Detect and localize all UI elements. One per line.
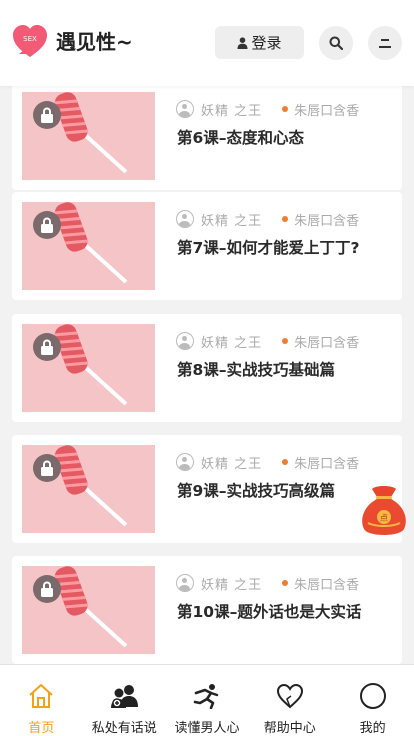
search-button[interactable] [319, 26, 353, 60]
lock-icon [33, 575, 61, 603]
lesson-tag: 朱唇口含香 [294, 335, 360, 351]
lesson-thumbnail [22, 445, 155, 533]
tag-dot [282, 459, 289, 465]
lock-icon [33, 211, 61, 239]
lesson-meta: 妖精 之王 朱唇口含香 [176, 332, 360, 351]
author-avatar-icon [176, 574, 194, 592]
svg-text:SEX: SEX [23, 35, 37, 43]
lesson-thumbnail [22, 202, 155, 290]
lock-icon [33, 101, 61, 129]
login-button[interactable]: 登录 [215, 26, 304, 59]
lesson-card[interactable]: 妖精 之王 朱唇口含香 第6课–态度和心态 [12, 82, 402, 190]
nav-home[interactable]: 首页 [0, 665, 83, 736]
lesson-card[interactable]: 妖精 之王 朱唇口含香 第7课–如何才能爱上丁丁? [12, 192, 402, 300]
lesson-meta: 妖精 之王 朱唇口含香 [176, 100, 360, 119]
author-avatar-icon [176, 453, 194, 471]
tag-dot [282, 338, 289, 344]
lesson-tag: 朱唇口含香 [294, 213, 360, 229]
tag-dot [282, 106, 289, 112]
nav-label: 帮助中心 [263, 721, 316, 736]
search-icon [329, 36, 343, 50]
author-name: 妖精 之王 [201, 577, 263, 593]
login-label: 登录 [251, 34, 282, 52]
author-name: 妖精 之王 [201, 335, 263, 351]
author-avatar-icon [176, 210, 194, 228]
lesson-meta: 妖精 之王 朱唇口含香 [176, 453, 360, 472]
lesson-title[interactable]: 第9课–实战技巧高级篇 [177, 479, 335, 501]
lesson-tag: 朱唇口含香 [294, 456, 360, 472]
nav-label: 私处有话说 [91, 721, 157, 736]
lesson-tag: 朱唇口含香 [294, 103, 360, 119]
nav-label: 首页 [28, 721, 55, 736]
lucky-bag-button[interactable]: 点 [358, 483, 410, 539]
author-avatar-icon [176, 100, 194, 118]
lesson-thumbnail [22, 324, 155, 412]
nav-label: 我的 [359, 721, 386, 736]
tag-dot [282, 580, 289, 586]
nav-private-talk[interactable]: 私处有话说 [83, 665, 166, 736]
nav-help-center[interactable]: 帮助中心 [248, 665, 331, 736]
brand-name: 遇见性~ [56, 30, 133, 54]
menu-button[interactable] [368, 26, 402, 60]
tag-dot [282, 216, 289, 222]
nav-mine[interactable]: 我的 [331, 665, 414, 736]
users-icon [109, 681, 139, 711]
lesson-tag: 朱唇口含香 [294, 577, 360, 593]
lock-icon [33, 333, 61, 361]
nav-understand-men[interactable]: 读懂男人心 [166, 665, 249, 736]
lesson-meta: 妖精 之王 朱唇口含香 [176, 210, 360, 229]
heart-icon [275, 681, 305, 711]
lesson-title[interactable]: 第6课–态度和心态 [177, 126, 304, 148]
user-icon [237, 36, 248, 49]
lesson-title[interactable]: 第8课–实战技巧基础篇 [177, 358, 335, 380]
runner-icon [192, 681, 222, 711]
author-name: 妖精 之王 [201, 103, 263, 119]
lock-icon [33, 454, 61, 482]
nav-label: 读懂男人心 [174, 721, 240, 736]
lesson-thumbnail [22, 566, 155, 654]
money-bag-icon: 点 [362, 486, 406, 535]
brand-logo[interactable]: SEX [12, 24, 48, 60]
home-icon [26, 681, 56, 711]
profile-circle-icon [358, 681, 388, 711]
lesson-card[interactable]: 妖精 之王 朱唇口含香 第10课–题外话也是大实话 [12, 556, 402, 664]
lesson-card[interactable]: 妖精 之王 朱唇口含香 第9课–实战技巧高级篇 [12, 435, 402, 543]
svg-text:点: 点 [380, 514, 388, 523]
lesson-thumbnail [22, 92, 155, 180]
bottom-nav: 首页 私处有话说 读懂男人心 帮助中心 我的 [0, 664, 414, 736]
app-header: SEX 遇见性~ 登录 [0, 0, 414, 86]
lesson-meta: 妖精 之王 朱唇口含香 [176, 574, 360, 593]
menu-icon [379, 39, 391, 48]
author-name: 妖精 之王 [201, 213, 263, 229]
lesson-card[interactable]: 妖精 之王 朱唇口含香 第8课–实战技巧基础篇 [12, 314, 402, 422]
lesson-title[interactable]: 第10课–题外话也是大实话 [177, 600, 361, 622]
author-avatar-icon [176, 332, 194, 350]
lesson-title[interactable]: 第7课–如何才能爱上丁丁? [177, 236, 360, 258]
author-name: 妖精 之王 [201, 456, 263, 472]
